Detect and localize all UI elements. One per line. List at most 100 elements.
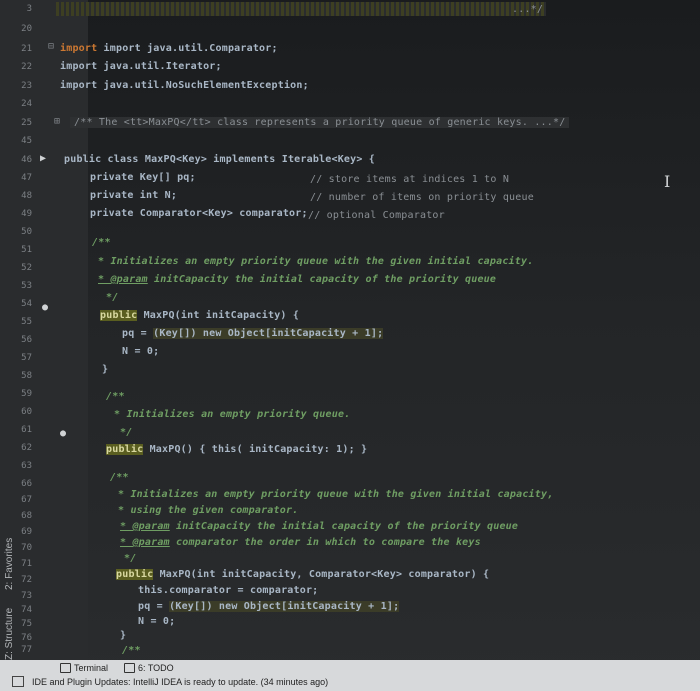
line-number: 21 (21, 44, 32, 54)
notification-icon[interactable] (12, 676, 24, 687)
side-tool-tabs: 2: Favorites Z: Structure (0, 520, 40, 670)
inline-comment: // number of items on priority queue (310, 192, 534, 203)
line-number: 61 (21, 425, 32, 435)
line-number: 54 (21, 299, 32, 309)
line-number: 3 (26, 4, 32, 14)
line-number: 53 (21, 281, 32, 291)
field-declaration: private Comparator<Key> comparator; (90, 208, 308, 219)
collapsed-class-doc[interactable]: /** The <tt>MaxPQ</tt> class represents … (70, 117, 570, 128)
terminal-tab[interactable]: Terminal (60, 663, 108, 673)
line-number: 50 (21, 227, 32, 237)
field-declaration: private int N; (90, 190, 177, 201)
code-text: MaxPQ(int initCapacity) { (143, 310, 300, 321)
doc-comment: /** (110, 472, 129, 483)
structure-tab[interactable]: Z: Structure (4, 608, 15, 660)
line-number: 60 (21, 407, 32, 417)
line-number: 62 (21, 443, 32, 453)
todo-icon (124, 663, 135, 673)
status-message[interactable]: IDE and Plugin Updates: IntelliJ IDEA is… (32, 677, 328, 687)
constructor-declaration: public MaxPQ(int initCapacity, Comparato… (116, 569, 489, 580)
doc-comment: */ (124, 553, 137, 564)
doc-tag: * @param (120, 521, 170, 532)
class-declaration: public class MaxPQ<Key> implements Itera… (64, 154, 375, 165)
doc-comment: */ (106, 292, 119, 303)
constructor-declaration: public MaxPQ() { this( initCapacity: 1);… (106, 444, 367, 455)
constructor-declaration: public MaxPQ(int initCapacity) { (100, 310, 299, 321)
code-line: import java.util.NoSuchElementException; (60, 80, 309, 91)
keyword-highlight: public (100, 310, 138, 321)
code-text: private Comparator<Key> comparator; (90, 208, 308, 219)
line-number: 66 (21, 479, 32, 489)
cast-highlight: (Key[]) new Object[initCapacity + 1]; (169, 601, 400, 612)
terminal-icon (60, 663, 71, 673)
line-number: 47 (21, 173, 32, 183)
code-text: pq = (122, 328, 147, 339)
code-line: N = 0; (122, 346, 160, 357)
line-number: 57 (21, 353, 32, 363)
code-line: pq = (Key[]) new Object[initCapacity + 1… (138, 601, 400, 612)
doc-comment: * Initializes an empty priority queue wi… (118, 489, 554, 500)
line-number: 52 (21, 263, 32, 273)
doc-comment: /** (92, 237, 111, 248)
status-bar: Terminal 6: TODO IDE and Plugin Updates:… (0, 660, 700, 691)
code-text: /** The <tt>MaxPQ</tt> class represents … (74, 117, 566, 128)
code-text: MaxPQ(int initCapacity, Comparator<Key> … (159, 569, 490, 580)
doc-tag: * @param (98, 274, 148, 285)
line-number: 49 (21, 209, 32, 219)
import-statement: import java.util.Comparator; (103, 43, 278, 54)
line-number: 55 (21, 317, 32, 327)
code-text: public class MaxPQ<Key> implements Itera… (64, 154, 376, 165)
code-text: private int N; (90, 190, 178, 201)
line-number: 20 (21, 24, 32, 34)
todo-tab[interactable]: 6: TODO (124, 663, 174, 673)
doc-comment: * Initializes an empty priority queue wi… (98, 256, 534, 267)
doc-comment: * @param initCapacity the initial capaci… (120, 521, 518, 532)
code-line: import java.util.Iterator; (60, 61, 222, 72)
code-line: pq = (Key[]) new Object[initCapacity + 1… (122, 328, 384, 339)
line-number: 48 (21, 191, 32, 201)
code-editor[interactable]: ...*/ import import java.util.Comparator… (40, 0, 700, 660)
line-number: 67 (21, 495, 32, 505)
code-text: MaxPQ() { this( initCapacity: 1); } (149, 444, 368, 455)
line-number: 22 (21, 62, 32, 72)
line-number: 24 (21, 99, 32, 109)
code-text: comparator the order in which to compare… (176, 537, 481, 548)
line-number: 63 (21, 461, 32, 471)
code-text: private Key[] pq; (90, 172, 196, 183)
ide-window: 3 20 21 22 23 24 25 45 46 47 48 49 50 51… (0, 0, 700, 691)
favorites-tab[interactable]: 2: Favorites (4, 538, 15, 590)
code-line: } (102, 364, 109, 375)
doc-comment: * @param comparator the order in which t… (120, 537, 481, 548)
code-text: pq = (138, 601, 163, 612)
code-line: N = 0; (138, 616, 176, 627)
line-number: 58 (21, 371, 32, 381)
keyword-highlight: public (106, 444, 144, 455)
cast-highlight: (Key[]) new Object[initCapacity + 1]; (153, 328, 384, 339)
doc-comment: /** (106, 391, 125, 402)
line-number: 45 (21, 136, 32, 146)
keyword-highlight: public (116, 569, 154, 580)
code-text: initCapacity the initial capacity of the… (176, 521, 519, 532)
doc-comment: * using the given comparator. (118, 505, 299, 516)
code-line: import import java.util.Comparator; (60, 43, 278, 54)
doc-comment: /** (122, 645, 141, 656)
line-number: 56 (21, 335, 32, 345)
line-number: 59 (21, 389, 32, 399)
todo-tab-label: 6: TODO (138, 663, 174, 673)
code-line: this.comparator = comparator; (138, 585, 319, 596)
doc-comment: * Initializes an empty priority queue. (114, 409, 351, 420)
inline-comment: // optional Comparator (308, 210, 445, 221)
doc-comment: * @param initCapacity the initial capaci… (98, 274, 496, 285)
code-line: ...*/ (512, 4, 544, 15)
inline-comment: // store items at indices 1 to N (310, 174, 510, 185)
line-number: 23 (21, 81, 32, 91)
collapsed-license-block[interactable] (56, 2, 546, 16)
text-cursor-icon: I (664, 172, 671, 191)
code-line: } (120, 630, 127, 641)
doc-tag: * @param (120, 537, 170, 548)
code-text: initCapacity the initial capacity of the… (154, 274, 497, 285)
line-number: 25 (21, 118, 32, 128)
doc-comment: */ (120, 427, 133, 438)
line-number: 46 (21, 155, 32, 165)
field-declaration: private Key[] pq; (90, 172, 196, 183)
